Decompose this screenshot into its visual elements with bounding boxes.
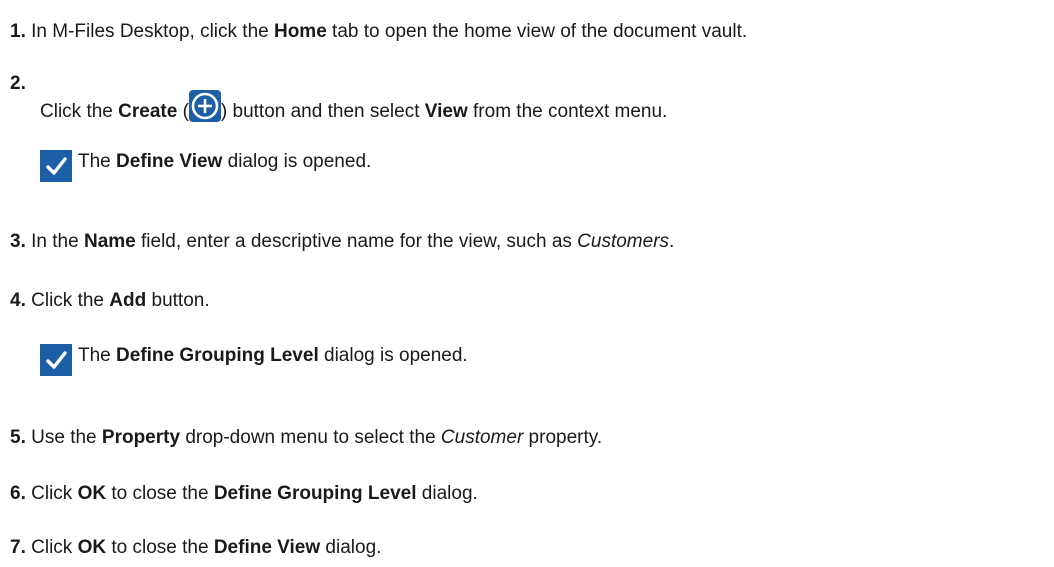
step-text: drop-down menu to select the: [180, 427, 441, 448]
define-view-ref: Define View: [116, 151, 223, 173]
step-7: 7. Click OK to close the Define View dia…: [10, 536, 381, 560]
step-2: Click the Create ( ) button and then sele…: [40, 90, 668, 128]
view-menu-ref: View: [424, 101, 468, 123]
plus-circle-icon: [188, 90, 221, 122]
step-text: Click: [31, 537, 78, 558]
ok-button-ref: OK: [77, 537, 107, 558]
result-text: dialog is opened.: [222, 151, 372, 173]
step-text: In M-Files Desktop, click the: [31, 21, 274, 42]
step-text: tab to open the home view of the documen…: [326, 21, 748, 42]
step-number: 6.: [10, 483, 26, 504]
define-grouping-level-ref: Define Grouping Level: [213, 483, 417, 504]
example-value: Customers: [577, 231, 670, 252]
step-number: 3.: [10, 231, 26, 252]
ok-button-ref: OK: [77, 483, 107, 504]
step-3: 3. In the Name field, enter a descriptiv…: [10, 230, 674, 254]
step-text: Use the: [31, 427, 102, 448]
step-text: dialog.: [416, 483, 478, 504]
define-grouping-level-ref: Define Grouping Level: [116, 345, 319, 367]
step-2-number: 2.: [10, 73, 26, 94]
example-value: Customer: [440, 427, 524, 448]
step-1: 1. In M-Files Desktop, click the Home ta…: [10, 20, 747, 44]
result-text: dialog is opened.: [318, 345, 468, 367]
step-text: to close the: [106, 483, 214, 504]
step-text: to close the: [106, 537, 214, 558]
step-text: property.: [523, 427, 603, 448]
step-2-result: The Define View dialog is opened.: [40, 146, 372, 182]
step-6: 6. Click OK to close the Define Grouping…: [10, 482, 478, 506]
step-text: field, enter a descriptive name for the …: [135, 231, 578, 252]
step-4: 4. Click the Add button.: [10, 289, 210, 313]
step-number: 1.: [10, 21, 26, 42]
define-view-ref: Define View: [213, 537, 321, 558]
step-text: .: [669, 231, 675, 252]
add-button-ref: Add: [109, 290, 147, 311]
step-4-result: The Define Grouping Level dialog is open…: [40, 340, 468, 376]
step-text: In the: [31, 231, 84, 252]
step-text: Click the: [40, 101, 119, 123]
step-text: ) button and then select: [220, 101, 425, 123]
step-number: 4.: [10, 290, 26, 311]
create-button-ref: Create: [118, 101, 178, 123]
property-menu-ref: Property: [101, 427, 181, 448]
step-number: 5.: [10, 427, 26, 448]
step-text: Click the: [31, 290, 110, 311]
name-field-ref: Name: [83, 231, 136, 252]
step-text: dialog.: [320, 537, 382, 558]
step-number: 7.: [10, 537, 26, 558]
checkmark-icon: [40, 344, 72, 376]
result-text: The: [78, 151, 117, 173]
result-text: The: [78, 345, 117, 367]
step-text: button.: [146, 290, 210, 311]
step-text: Click: [31, 483, 78, 504]
home-tab-ref: Home: [273, 21, 327, 42]
step-5: 5. Use the Property drop-down menu to se…: [10, 426, 602, 450]
instructions-document: 1. In M-Files Desktop, click the Home ta…: [0, 0, 1054, 567]
step-text: from the context menu.: [467, 101, 668, 123]
checkmark-icon: [40, 150, 72, 182]
step-text: (: [177, 101, 189, 123]
